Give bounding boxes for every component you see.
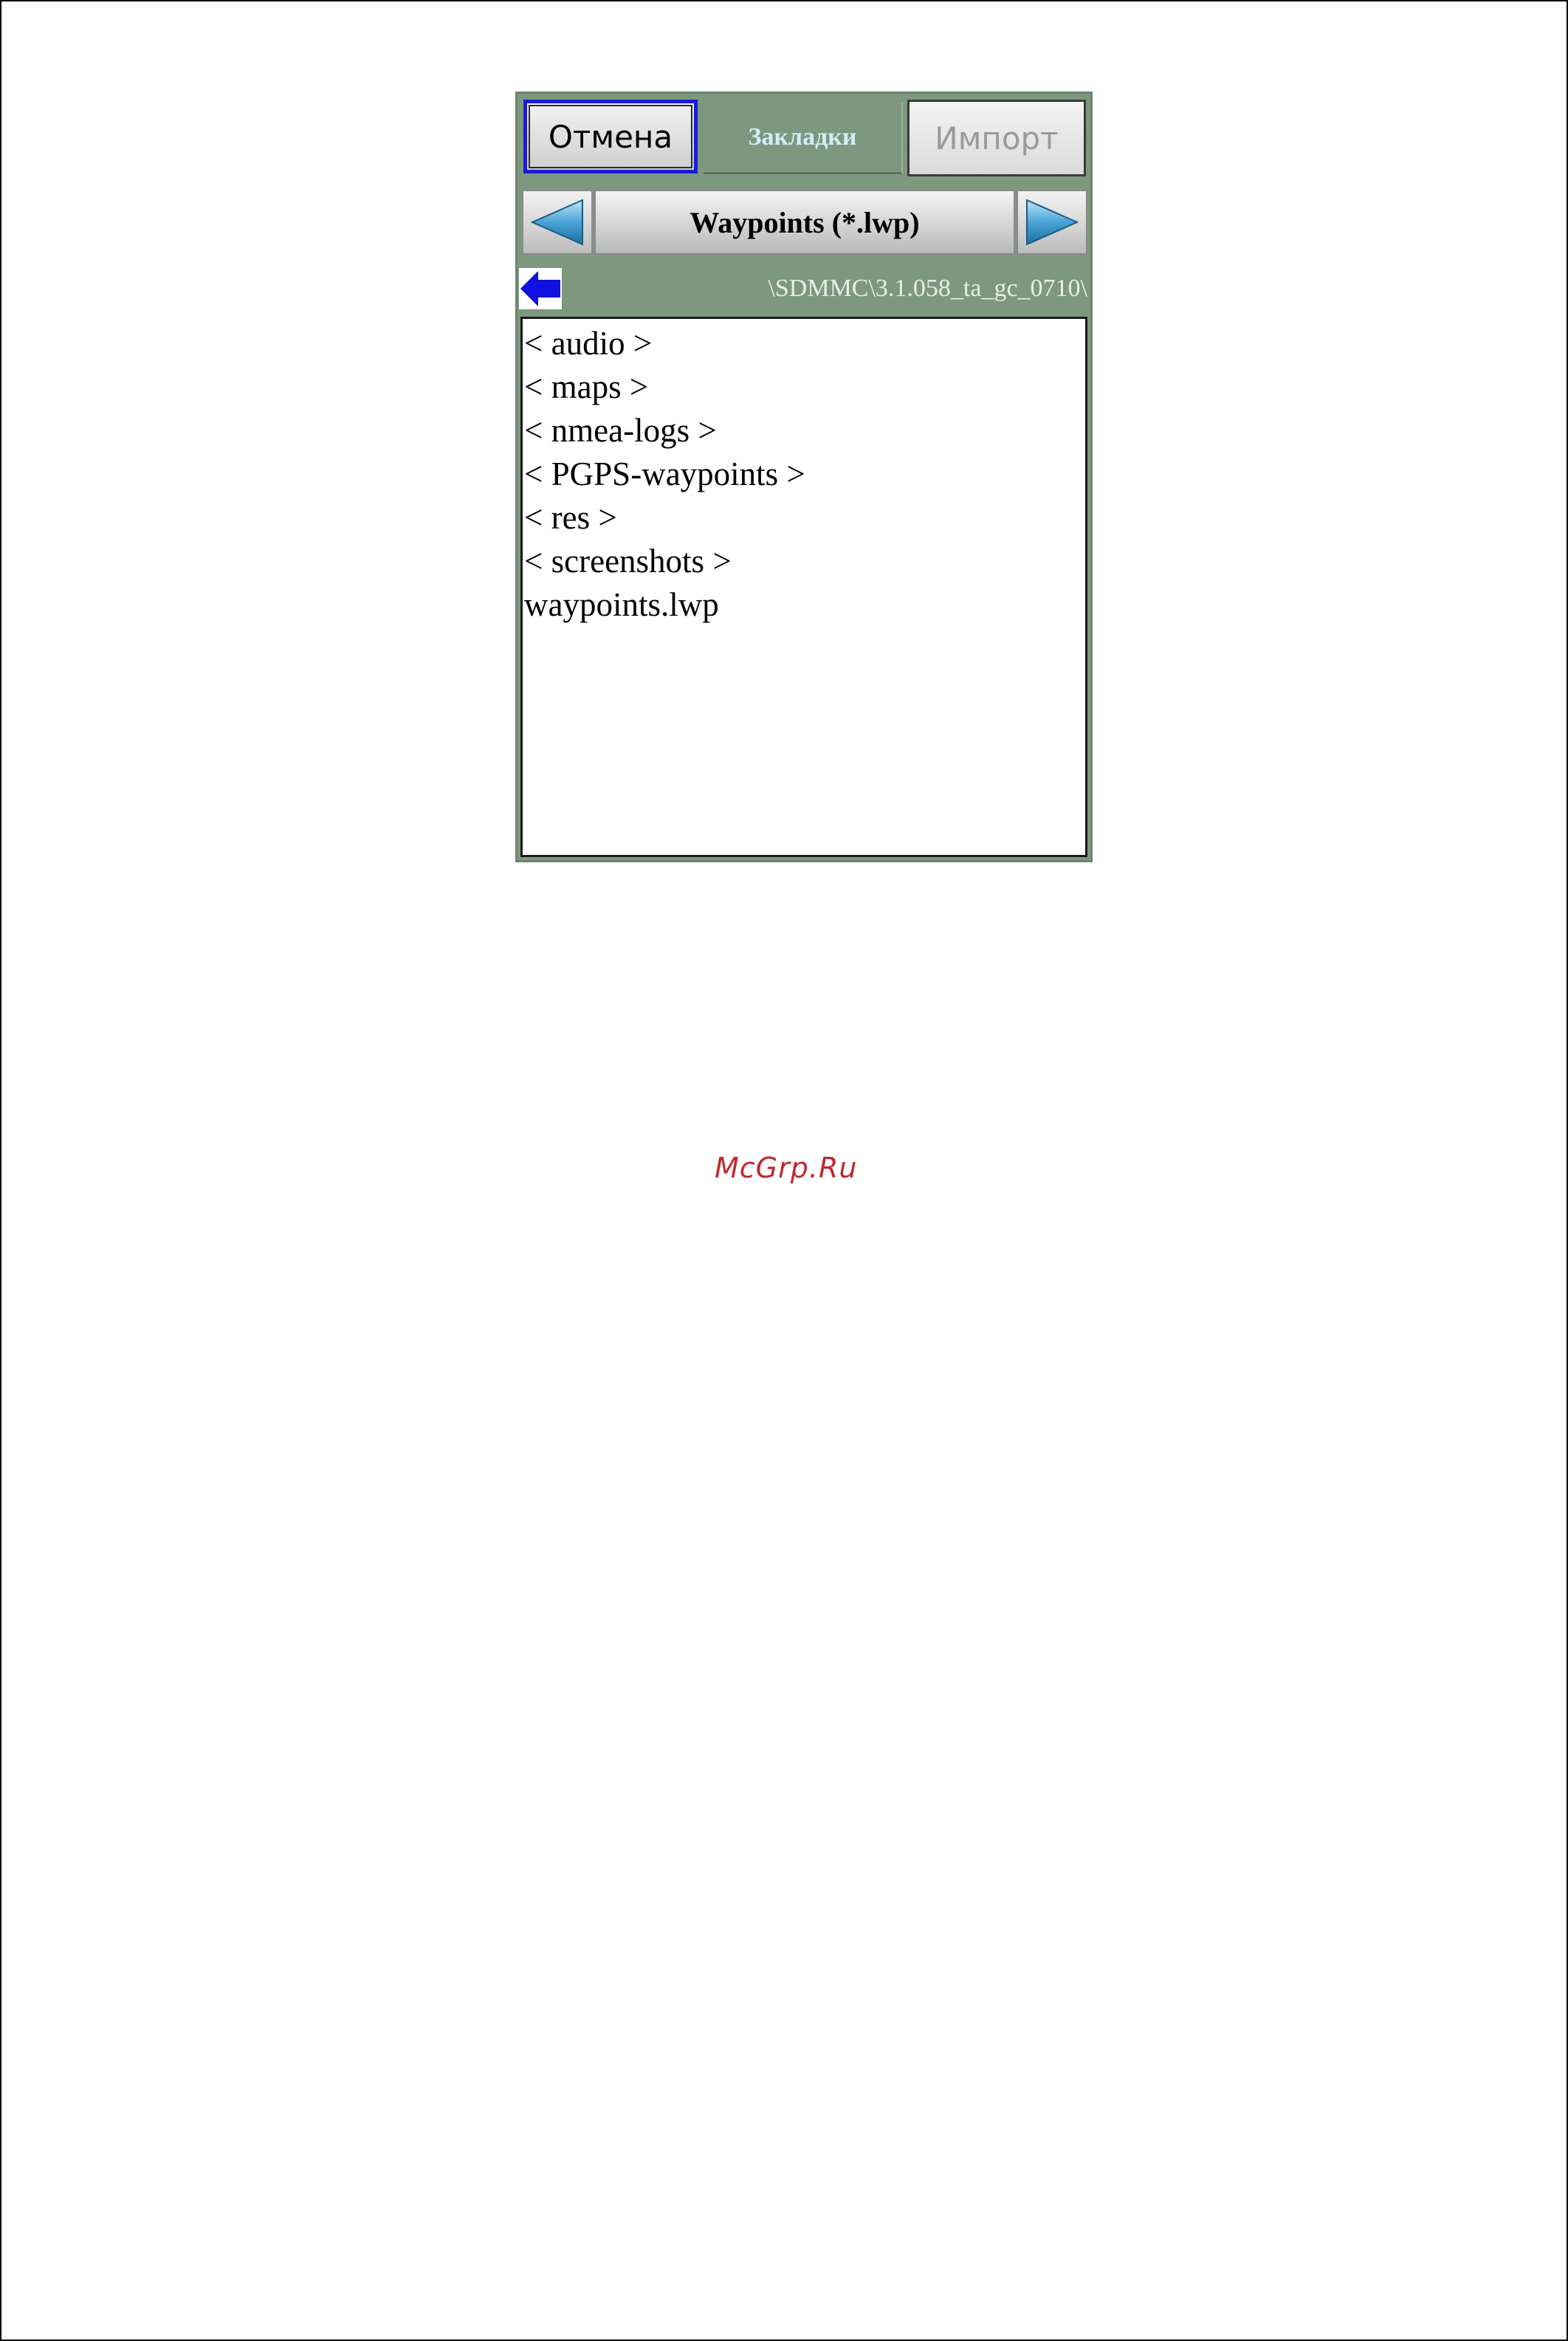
- list-item[interactable]: < audio >: [523, 322, 1085, 365]
- import-button-label: Импорт: [935, 120, 1059, 157]
- prev-filter-button[interactable]: [522, 190, 593, 255]
- list-item[interactable]: waypoints.lwp: [523, 583, 1085, 627]
- parent-folder-button[interactable]: [519, 268, 562, 309]
- file-filter-text: Waypoints (*.lwp): [690, 205, 920, 239]
- next-filter-button[interactable]: [1017, 190, 1087, 255]
- triangle-left-icon: [530, 199, 583, 246]
- file-list[interactable]: < audio > < maps > < nmea-logs > < PGPS-…: [520, 317, 1087, 857]
- current-path: \SDMMC\3.1.058_ta_gc_0710\: [768, 275, 1087, 302]
- back-arrow-icon: [520, 271, 560, 306]
- tab-bookmarks-label: Закладки: [748, 123, 857, 151]
- triangle-right-icon: [1026, 199, 1079, 246]
- cancel-button[interactable]: Отмена: [523, 100, 698, 173]
- cancel-button-label: Отмена: [548, 118, 673, 155]
- list-item[interactable]: < maps >: [523, 365, 1085, 409]
- file-dialog: Отмена Закладки Импорт Waypoints (*.lwp): [515, 92, 1093, 862]
- tab-bookmarks[interactable]: Закладки: [704, 103, 903, 174]
- file-filter-label[interactable]: Waypoints (*.lwp): [594, 190, 1015, 255]
- list-item[interactable]: < res >: [523, 496, 1085, 540]
- list-item[interactable]: < screenshots >: [523, 540, 1085, 583]
- list-item[interactable]: < PGPS-waypoints >: [523, 453, 1085, 496]
- watermark: McGrp.Ru: [715, 1152, 858, 1184]
- list-item[interactable]: < nmea-logs >: [523, 409, 1085, 453]
- import-button[interactable]: Импорт: [907, 100, 1086, 176]
